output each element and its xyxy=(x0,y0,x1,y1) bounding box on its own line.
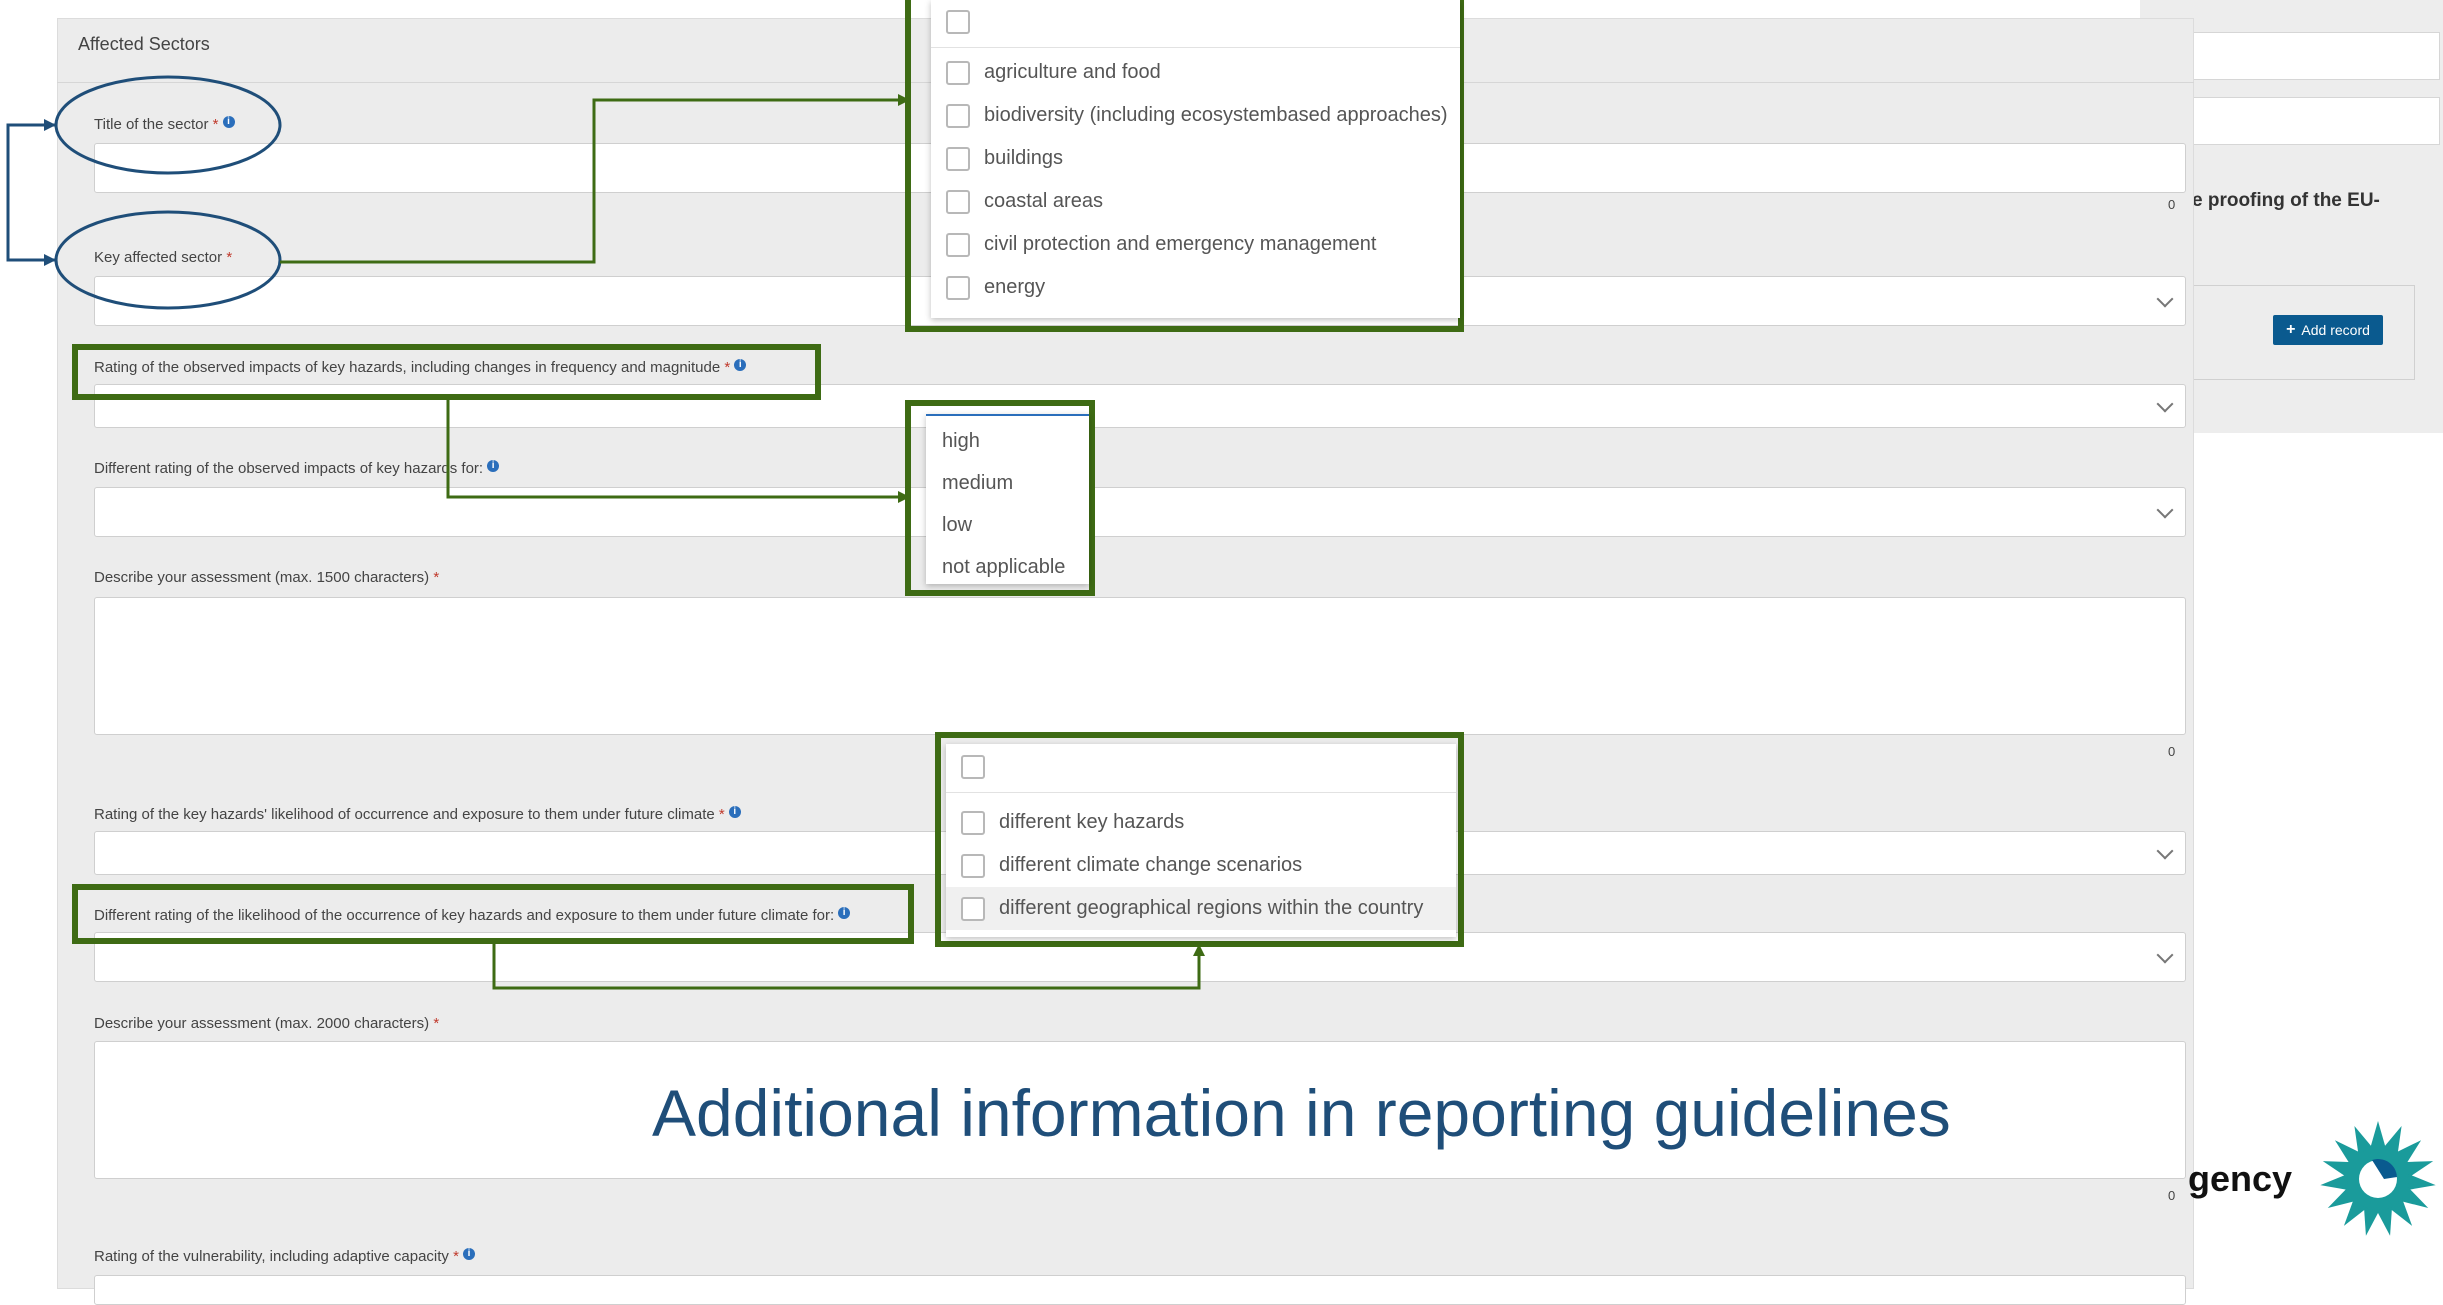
sector-dropdown: agriculture and food biodiversity (inclu… xyxy=(931,0,1460,318)
background-input-1 xyxy=(2160,32,2440,80)
chevron-down-icon xyxy=(2156,395,2174,413)
dropdown-divider xyxy=(931,47,1460,48)
option-label: different geographical regions within th… xyxy=(999,897,1424,919)
different-rating-observed-select[interactable] xyxy=(94,487,2186,537)
future-dropdown: different key hazards different climate … xyxy=(946,744,1456,937)
option-label: agriculture and food xyxy=(984,61,1161,83)
dropdown-top-border xyxy=(926,414,1089,416)
option-label: civil protection and emergency managemen… xyxy=(984,233,1377,255)
option-label: different key hazards xyxy=(999,811,1185,833)
sector-option[interactable]: agriculture and food xyxy=(931,51,1460,94)
rating-observed-highlight xyxy=(72,344,821,400)
different-rating-future-highlight xyxy=(72,884,914,944)
panel-title: Affected Sectors xyxy=(78,34,210,54)
overlay-title: Additional information in reporting guid… xyxy=(652,1076,1951,1150)
sector-select-all[interactable] xyxy=(931,0,1460,43)
label-text: Title of the sector xyxy=(94,116,209,133)
label-text: Describe your assessment (max. 1500 char… xyxy=(94,569,430,586)
different-rating-observed-label: Different rating of the observed impacts… xyxy=(94,460,500,477)
info-icon[interactable]: i xyxy=(487,460,500,472)
checkbox[interactable] xyxy=(946,275,970,300)
required-mark: * xyxy=(212,116,219,133)
future-select-all[interactable] xyxy=(946,744,1456,789)
option-label: buildings xyxy=(984,147,1063,169)
describe-2000-label: Describe your assessment (max. 2000 char… xyxy=(94,1015,439,1032)
sector-option[interactable]: civil protection and emergency managemen… xyxy=(931,223,1460,266)
background-input-2 xyxy=(2160,97,2440,145)
rating-option[interactable]: not applicable xyxy=(926,546,1089,588)
agency-text: gency xyxy=(2188,1158,2293,1199)
chevron-down-icon xyxy=(2156,842,2174,860)
dropdown-divider xyxy=(946,792,1456,793)
checkbox[interactable] xyxy=(961,754,985,779)
title-of-sector-label: Title of the sector * i xyxy=(94,116,235,133)
label-text: Rating of the vulnerability, including a… xyxy=(94,1248,449,1265)
describe-1500-counter: 0 xyxy=(2168,744,2176,759)
future-option[interactable]: different key hazards xyxy=(946,801,1456,844)
checkbox[interactable] xyxy=(946,189,970,214)
arrowhead xyxy=(44,119,56,131)
rating-dropdown: high medium low not applicable xyxy=(926,414,1089,584)
rating-vulnerability-label: Rating of the vulnerability, including a… xyxy=(94,1248,475,1265)
option-label: biodiversity (including ecosystembased a… xyxy=(984,104,1448,126)
checkbox[interactable] xyxy=(946,232,970,257)
background-heading: e proofing of the EU- xyxy=(2192,190,2380,211)
future-option[interactable]: different geographical regions within th… xyxy=(946,887,1456,930)
required-mark: * xyxy=(433,1015,440,1032)
ellipse-link-line xyxy=(6,123,55,262)
key-affected-sector-label: Key affected sector * xyxy=(94,249,232,266)
chevron-down-icon xyxy=(2156,501,2174,519)
sector-option[interactable]: buildings xyxy=(931,137,1460,180)
add-record-button[interactable]: + Add record xyxy=(2273,315,2383,345)
rating-option[interactable]: medium xyxy=(926,462,1089,504)
label-text: Rating of the key hazards' likelihood of… xyxy=(94,806,715,823)
chevron-down-icon xyxy=(2156,946,2174,964)
chevron-down-icon xyxy=(2156,290,2174,308)
checkbox[interactable] xyxy=(946,103,970,128)
info-icon[interactable]: i xyxy=(728,806,741,818)
info-icon[interactable]: i xyxy=(222,116,235,128)
rating-option[interactable]: high xyxy=(926,420,1089,462)
title-counter: 0 xyxy=(2168,197,2176,212)
required-mark: * xyxy=(433,569,440,586)
plus-icon: + xyxy=(2286,321,2296,338)
add-record-label: Add record xyxy=(2301,322,2370,338)
future-option[interactable]: different climate change scenarios xyxy=(946,844,1456,887)
option-label: coastal areas xyxy=(984,190,1103,212)
required-mark: * xyxy=(453,1248,459,1265)
checkbox[interactable] xyxy=(961,810,985,835)
sector-option[interactable]: biodiversity (including ecosystembased a… xyxy=(931,94,1460,137)
sector-option[interactable]: coastal areas xyxy=(931,180,1460,223)
eea-logo-icon xyxy=(2320,1121,2436,1236)
label-text: Key affected sector xyxy=(94,249,223,266)
describe-2000-counter: 0 xyxy=(2168,1188,2176,1203)
checkbox[interactable] xyxy=(961,896,985,921)
required-mark: * xyxy=(226,249,233,266)
sector-option[interactable]: energy xyxy=(931,266,1460,309)
arrowhead xyxy=(44,254,56,266)
rating-option[interactable]: low xyxy=(926,504,1089,546)
describe-1500-textarea[interactable] xyxy=(94,597,2186,735)
label-text: Different rating of the observed impacts… xyxy=(94,460,484,477)
option-label: different climate change scenarios xyxy=(999,854,1303,876)
rating-vulnerability-select[interactable] xyxy=(94,1275,2186,1305)
checkbox[interactable] xyxy=(961,853,985,878)
rating-future-label: Rating of the key hazards' likelihood of… xyxy=(94,806,741,823)
describe-1500-label: Describe your assessment (max. 1500 char… xyxy=(94,569,439,586)
checkbox[interactable] xyxy=(946,9,970,34)
option-label: energy xyxy=(984,276,1046,298)
checkbox[interactable] xyxy=(946,146,970,171)
label-text: Describe your assessment (max. 2000 char… xyxy=(94,1015,430,1032)
required-mark: * xyxy=(718,806,725,823)
info-icon[interactable]: i xyxy=(462,1248,475,1260)
checkbox[interactable] xyxy=(946,60,970,85)
